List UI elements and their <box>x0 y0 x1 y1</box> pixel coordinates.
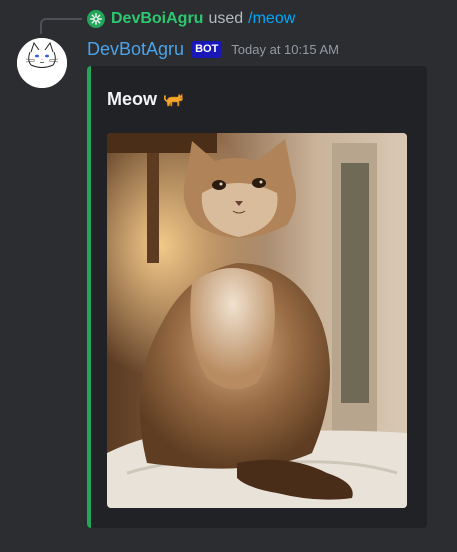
avatar[interactable] <box>17 38 67 88</box>
command-user-name[interactable]: DevBoiAgru <box>111 10 203 28</box>
reply-spine <box>40 18 82 34</box>
command-used-text: used <box>208 10 244 27</box>
cat-emoji <box>163 93 183 107</box>
message-header: DevBotAgru BOT Today at 10:15 AM <box>87 36 339 62</box>
chat-message: DevBoiAgru used /meow DevBotAgru BOT Tod… <box>0 0 457 552</box>
fluffy-cat-photo <box>107 133 407 508</box>
command-used-line[interactable]: DevBoiAgru used /meow <box>87 8 295 30</box>
app-command-icon <box>87 10 105 28</box>
author-name[interactable]: DevBotAgru <box>87 39 184 60</box>
embed-title: Meow <box>107 88 185 110</box>
message-timestamp[interactable]: Today at 10:15 AM <box>231 42 339 57</box>
command-name[interactable]: /meow <box>248 10 295 28</box>
embed-accent-bar <box>87 66 91 528</box>
cat-sketch-avatar <box>17 38 67 88</box>
message-embed: Meow <box>87 66 427 528</box>
bot-badge: BOT <box>191 40 223 58</box>
embed-title-text: Meow <box>107 88 158 109</box>
embed-image[interactable] <box>107 133 407 508</box>
